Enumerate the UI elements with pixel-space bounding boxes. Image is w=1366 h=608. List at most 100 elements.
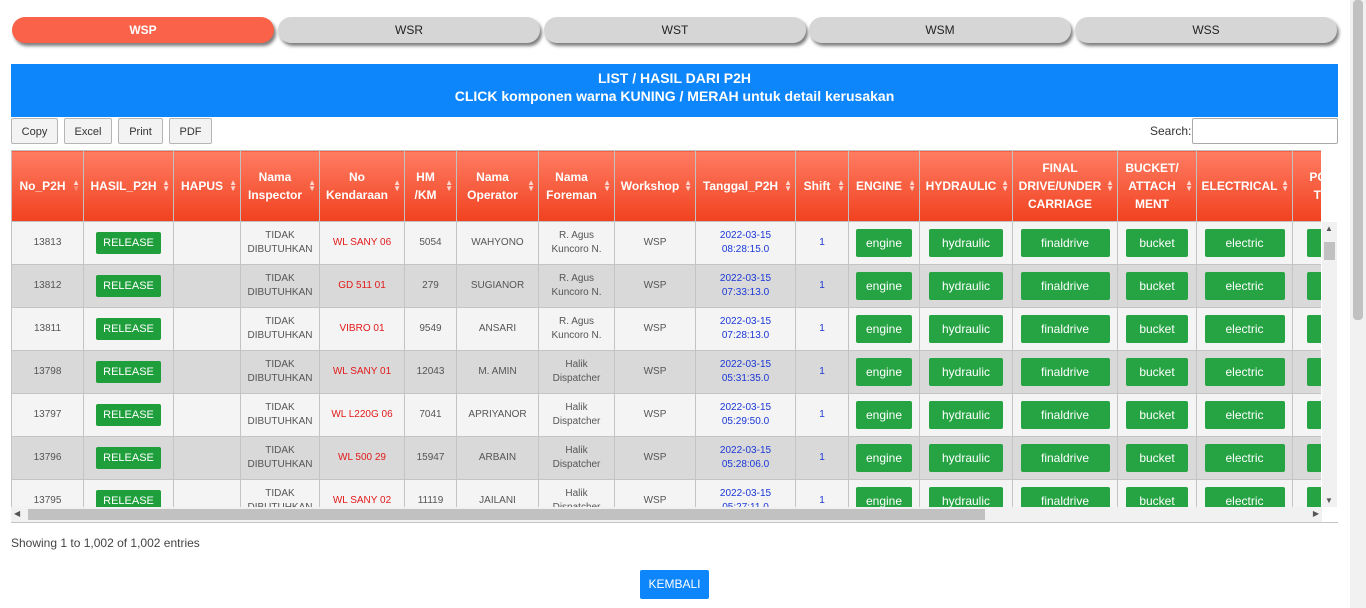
pdf-button[interactable]: PDF bbox=[169, 118, 212, 144]
tab-wsr[interactable]: WSR bbox=[278, 17, 540, 43]
engine-button[interactable]: engine bbox=[856, 315, 912, 343]
scroll-right-icon[interactable]: ▶ bbox=[1313, 509, 1319, 518]
engine-button[interactable]: engine bbox=[856, 487, 912, 507]
power-button[interactable]: power bbox=[1307, 272, 1321, 300]
electric-button[interactable]: electric bbox=[1204, 487, 1285, 507]
sort-icon[interactable]: ▲ ▼ bbox=[1001, 179, 1009, 193]
power-button[interactable]: power bbox=[1307, 444, 1321, 472]
release-button[interactable]: RELEASE bbox=[96, 275, 161, 297]
tab-wss[interactable]: WSS bbox=[1075, 17, 1337, 43]
column-header[interactable]: FINAL DRIVE/UNDER CARRIAGE ▲ ▼ bbox=[1012, 150, 1118, 222]
column-header[interactable]: No Kendaraan ▲ ▼ bbox=[319, 150, 405, 222]
sort-icon[interactable]: ▲ ▼ bbox=[1106, 179, 1114, 193]
power-button[interactable]: power bbox=[1307, 401, 1321, 429]
electric-button[interactable]: electric bbox=[1204, 315, 1285, 343]
column-header[interactable]: POWER TRAIN▲▼ bbox=[1292, 150, 1321, 222]
hydraulic-button[interactable]: hydraulic bbox=[929, 487, 1003, 507]
column-header[interactable]: HASIL_P2H ▲ ▼ bbox=[83, 150, 174, 222]
cell-kendaraan[interactable]: GD 511 01 bbox=[319, 264, 405, 308]
sort-icon[interactable]: ▲ ▼ bbox=[445, 179, 453, 193]
electric-button[interactable]: electric bbox=[1204, 229, 1285, 257]
column-header[interactable]: Nama Operator ▲ ▼ bbox=[456, 150, 539, 222]
cell-kendaraan[interactable]: WL L220G 06 bbox=[319, 393, 405, 437]
release-button[interactable]: RELEASE bbox=[96, 318, 161, 340]
page-scroll-thumb[interactable] bbox=[1353, 0, 1363, 320]
sort-icon[interactable]: ▲ ▼ bbox=[229, 179, 237, 193]
column-header[interactable]: HYDRAULIC ▲ ▼ bbox=[919, 150, 1013, 222]
engine-button[interactable]: engine bbox=[856, 272, 912, 300]
sort-icon[interactable]: ▲ ▼ bbox=[603, 179, 611, 193]
column-header[interactable]: Nama Foreman ▲ ▼ bbox=[538, 150, 615, 222]
electric-button[interactable]: electric bbox=[1204, 401, 1285, 429]
cell-kendaraan[interactable]: WL SANY 02 bbox=[319, 479, 405, 507]
electric-button[interactable]: electric bbox=[1204, 272, 1285, 300]
sort-icon[interactable]: ▲ ▼ bbox=[1281, 179, 1289, 193]
column-header[interactable]: ENGINE ▲ ▼ bbox=[848, 150, 920, 222]
sort-icon[interactable]: ▲ ▼ bbox=[908, 179, 916, 193]
electric-button[interactable]: electric bbox=[1204, 358, 1285, 386]
engine-button[interactable]: engine bbox=[856, 444, 912, 472]
cell-kendaraan[interactable]: WL SANY 01 bbox=[319, 350, 405, 394]
release-button[interactable]: RELEASE bbox=[96, 404, 161, 426]
page-scrollbar[interactable] bbox=[1350, 0, 1366, 608]
print-button[interactable]: Print bbox=[118, 118, 163, 144]
release-button[interactable]: RELEASE bbox=[96, 490, 161, 507]
engine-button[interactable]: engine bbox=[856, 358, 912, 386]
finaldrive-button[interactable]: finaldrive bbox=[1020, 315, 1110, 343]
bucket-button[interactable]: bucket bbox=[1126, 229, 1188, 257]
tab-wsm[interactable]: WSM bbox=[809, 17, 1071, 43]
column-header[interactable]: ELECTRICAL ▲ ▼ bbox=[1196, 150, 1293, 222]
bucket-button[interactable]: bucket bbox=[1126, 272, 1188, 300]
bucket-button[interactable]: bucket bbox=[1126, 401, 1188, 429]
column-header[interactable]: No_P2H ▲ ▼ bbox=[11, 150, 84, 222]
scroll-left-icon[interactable]: ◀ bbox=[14, 509, 20, 518]
finaldrive-button[interactable]: finaldrive bbox=[1020, 401, 1110, 429]
sort-icon[interactable]: ▲ ▼ bbox=[837, 179, 845, 193]
sort-icon[interactable]: ▲ ▼ bbox=[308, 179, 316, 193]
table-horizontal-scrollbar[interactable]: ◀ ▶ bbox=[11, 507, 1322, 522]
cell-kendaraan[interactable]: WL 500 29 bbox=[319, 436, 405, 480]
engine-button[interactable]: engine bbox=[856, 229, 912, 257]
finaldrive-button[interactable]: finaldrive bbox=[1020, 444, 1110, 472]
finaldrive-button[interactable]: finaldrive bbox=[1020, 229, 1110, 257]
cell-kendaraan[interactable]: VIBRO 01 bbox=[319, 307, 405, 351]
bucket-button[interactable]: bucket bbox=[1126, 444, 1188, 472]
hydraulic-button[interactable]: hydraulic bbox=[929, 444, 1003, 472]
column-header[interactable]: BUCKET/ ATTACH MENT ▲ ▼ bbox=[1117, 150, 1197, 222]
sort-icon[interactable]: ▲ ▼ bbox=[1185, 179, 1193, 193]
sort-icon[interactable]: ▲ ▼ bbox=[162, 179, 170, 193]
bucket-button[interactable]: bucket bbox=[1126, 487, 1188, 507]
hydraulic-button[interactable]: hydraulic bbox=[929, 272, 1003, 300]
power-button[interactable]: power bbox=[1307, 358, 1321, 386]
kembali-button[interactable]: KEMBALI bbox=[640, 570, 709, 599]
search-input[interactable] bbox=[1192, 118, 1338, 144]
vertical-scroll-thumb[interactable] bbox=[1324, 242, 1335, 260]
column-header[interactable]: Shift ▲ ▼ bbox=[795, 150, 849, 222]
column-header[interactable]: Nama Inspector ▲ ▼ bbox=[240, 150, 320, 222]
column-header[interactable]: Workshop ▲ ▼ bbox=[614, 150, 696, 222]
column-header[interactable]: HM /KM ▲ ▼ bbox=[404, 150, 457, 222]
hydraulic-button[interactable]: hydraulic bbox=[929, 229, 1003, 257]
table-vertical-scrollbar[interactable]: ▲ ▼ bbox=[1322, 222, 1337, 507]
release-button[interactable]: RELEASE bbox=[96, 447, 161, 469]
sort-icon[interactable]: ▲ ▼ bbox=[393, 179, 401, 193]
finaldrive-button[interactable]: finaldrive bbox=[1020, 272, 1110, 300]
finaldrive-button[interactable]: finaldrive bbox=[1020, 487, 1110, 507]
copy-button[interactable]: Copy bbox=[11, 118, 58, 144]
power-button[interactable]: power bbox=[1307, 487, 1321, 507]
column-header[interactable]: HAPUS ▲ ▼ bbox=[173, 150, 241, 222]
power-button[interactable]: power bbox=[1307, 229, 1321, 257]
hydraulic-button[interactable]: hydraulic bbox=[929, 358, 1003, 386]
sort-icon[interactable]: ▲ ▼ bbox=[784, 179, 792, 193]
hydraulic-button[interactable]: hydraulic bbox=[929, 315, 1003, 343]
bucket-button[interactable]: bucket bbox=[1126, 358, 1188, 386]
excel-button[interactable]: Excel bbox=[64, 118, 112, 144]
electric-button[interactable]: electric bbox=[1204, 444, 1285, 472]
column-header[interactable]: Tanggal_P2H ▲ ▼ bbox=[695, 150, 796, 222]
finaldrive-button[interactable]: finaldrive bbox=[1020, 358, 1110, 386]
tab-wst[interactable]: WST bbox=[544, 17, 806, 43]
scroll-up-icon[interactable]: ▲ bbox=[1325, 224, 1333, 233]
sort-icon[interactable]: ▲ ▼ bbox=[527, 179, 535, 193]
power-button[interactable]: power bbox=[1307, 315, 1321, 343]
scroll-down-icon[interactable]: ▼ bbox=[1325, 496, 1333, 505]
